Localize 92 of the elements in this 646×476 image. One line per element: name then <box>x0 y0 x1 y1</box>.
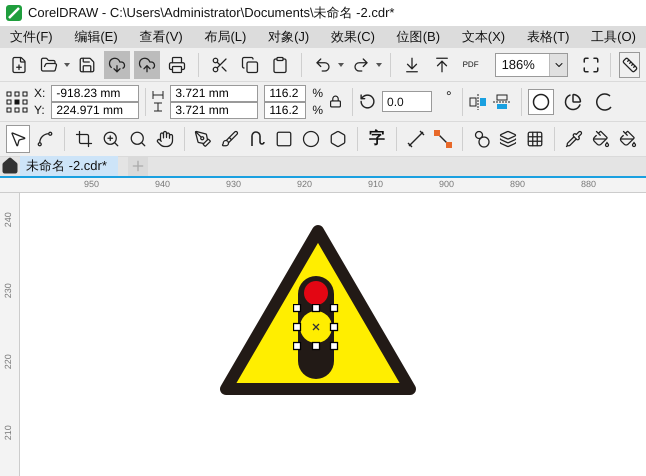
blend-icon <box>472 130 491 148</box>
ruler-label: 930 <box>226 178 242 191</box>
menu-item[interactable]: 位图(B) <box>396 27 440 47</box>
connector-icon <box>434 130 452 148</box>
app-logo-icon <box>6 5 22 21</box>
menu-item[interactable]: 文件(F) <box>10 27 53 47</box>
shape-tool-icon <box>36 130 54 148</box>
mirror-vertical-icon[interactable] <box>492 94 511 110</box>
ruler-label: 950 <box>84 178 100 191</box>
y-label: Y: <box>34 102 46 118</box>
full-screen-icon <box>582 56 600 74</box>
paste-icon <box>270 56 289 74</box>
x-label: X: <box>34 84 46 102</box>
ruler-label: 230 <box>2 283 14 298</box>
pen-icon <box>194 130 212 148</box>
toolbar-button[interactable] <box>134 50 160 78</box>
pie-icon <box>564 92 582 110</box>
menu-item[interactable]: 文本(X) <box>462 27 506 47</box>
ruler-label: 240 <box>2 212 14 228</box>
percent-label: % <box>312 84 324 102</box>
home-icon[interactable] <box>1 157 19 175</box>
height-icon <box>152 102 164 112</box>
dimension-line-icon <box>406 130 425 148</box>
zoom-icon <box>102 130 120 148</box>
zoom-combo[interactable]: 186% <box>494 52 568 76</box>
ruler-label: 220 <box>2 354 14 370</box>
brush-icon <box>221 130 240 148</box>
toolbar-button[interactable] <box>104 50 130 78</box>
eyedropper-icon <box>565 130 584 148</box>
scale-field[interactable]: 116.2 <box>264 84 306 102</box>
menu-item[interactable]: 工具(O) <box>591 27 636 47</box>
height-field[interactable]: 3.721 mm <box>170 102 258 118</box>
pointer-icon <box>9 130 28 148</box>
document-tab[interactable]: 未命名 -2.cdr* <box>20 156 118 176</box>
text-tool-button[interactable]: 字 <box>364 125 389 153</box>
ellipse-icon <box>532 92 550 110</box>
width-field[interactable]: 3.721 mm <box>170 84 258 102</box>
ellipse-icon <box>302 130 320 148</box>
menu-item[interactable]: 编辑(E) <box>74 27 118 47</box>
width-icon <box>152 91 164 99</box>
fill-icon <box>592 130 610 148</box>
rectangle-icon <box>275 130 294 148</box>
menu-item[interactable]: 布局(L) <box>204 27 246 47</box>
new-document-icon <box>10 56 28 74</box>
tool-button[interactable] <box>6 125 30 153</box>
ruler-label: 210 <box>2 425 14 440</box>
cut-icon <box>210 56 229 74</box>
copy-icon <box>240 56 259 74</box>
ruler-label: 890 <box>510 178 526 191</box>
mirror-horizontal-icon[interactable] <box>468 94 487 110</box>
scale-field[interactable]: 116.2 <box>264 102 306 118</box>
shape-type-button[interactable] <box>528 88 554 114</box>
caret-icon[interactable] <box>338 62 344 66</box>
menu-item[interactable]: 对象(J) <box>268 27 310 47</box>
lock-icon[interactable] <box>329 95 342 108</box>
folder-icon <box>40 56 58 74</box>
ruler-label: 880 <box>581 178 596 191</box>
caret-icon[interactable] <box>376 62 382 66</box>
save-icon <box>78 56 96 74</box>
selection-handles-drawing[interactable] <box>293 304 339 351</box>
printer-icon <box>168 56 186 74</box>
ruler-icon <box>622 56 638 72</box>
y-field[interactable]: 224.971 mm <box>51 102 140 118</box>
window-title: CorelDRAW - C:\Users\Administrator\Documents\未命名 -2.cdr* <box>28 4 394 22</box>
cloud-upload-icon <box>138 56 156 74</box>
caret-icon[interactable] <box>64 62 70 66</box>
ruler-label: 940 <box>155 178 170 191</box>
percent-label: % <box>312 102 324 118</box>
crop-icon <box>74 130 93 148</box>
hexagon-icon <box>329 130 348 148</box>
menu-item[interactable]: 效果(C) <box>330 27 375 47</box>
reference-point-icon <box>6 90 28 112</box>
menu-item[interactable]: 查看(V) <box>139 27 183 47</box>
rotate-icon <box>359 93 376 110</box>
menu-item[interactable]: 表格(T) <box>526 27 570 47</box>
x-field[interactable]: -918.23 mm <box>51 84 140 102</box>
options-button[interactable] <box>619 52 640 78</box>
degree-label: ° <box>446 87 452 106</box>
curve-icon <box>249 130 266 148</box>
outline-fill-icon <box>619 130 638 148</box>
arc-icon <box>596 92 614 110</box>
search-icon <box>128 130 147 148</box>
redo-icon <box>352 56 370 74</box>
pdf-button[interactable]: PDF <box>458 50 483 78</box>
ruler-label: 910 <box>368 178 384 191</box>
plus-icon <box>130 158 146 174</box>
ruler-label: 920 <box>297 178 312 191</box>
ruler-label: 900 <box>439 178 454 191</box>
cloud-download-icon <box>108 56 126 74</box>
hand-icon <box>156 130 174 148</box>
undo-icon <box>314 56 332 74</box>
rotation-field[interactable]: 0.0 <box>382 91 432 112</box>
